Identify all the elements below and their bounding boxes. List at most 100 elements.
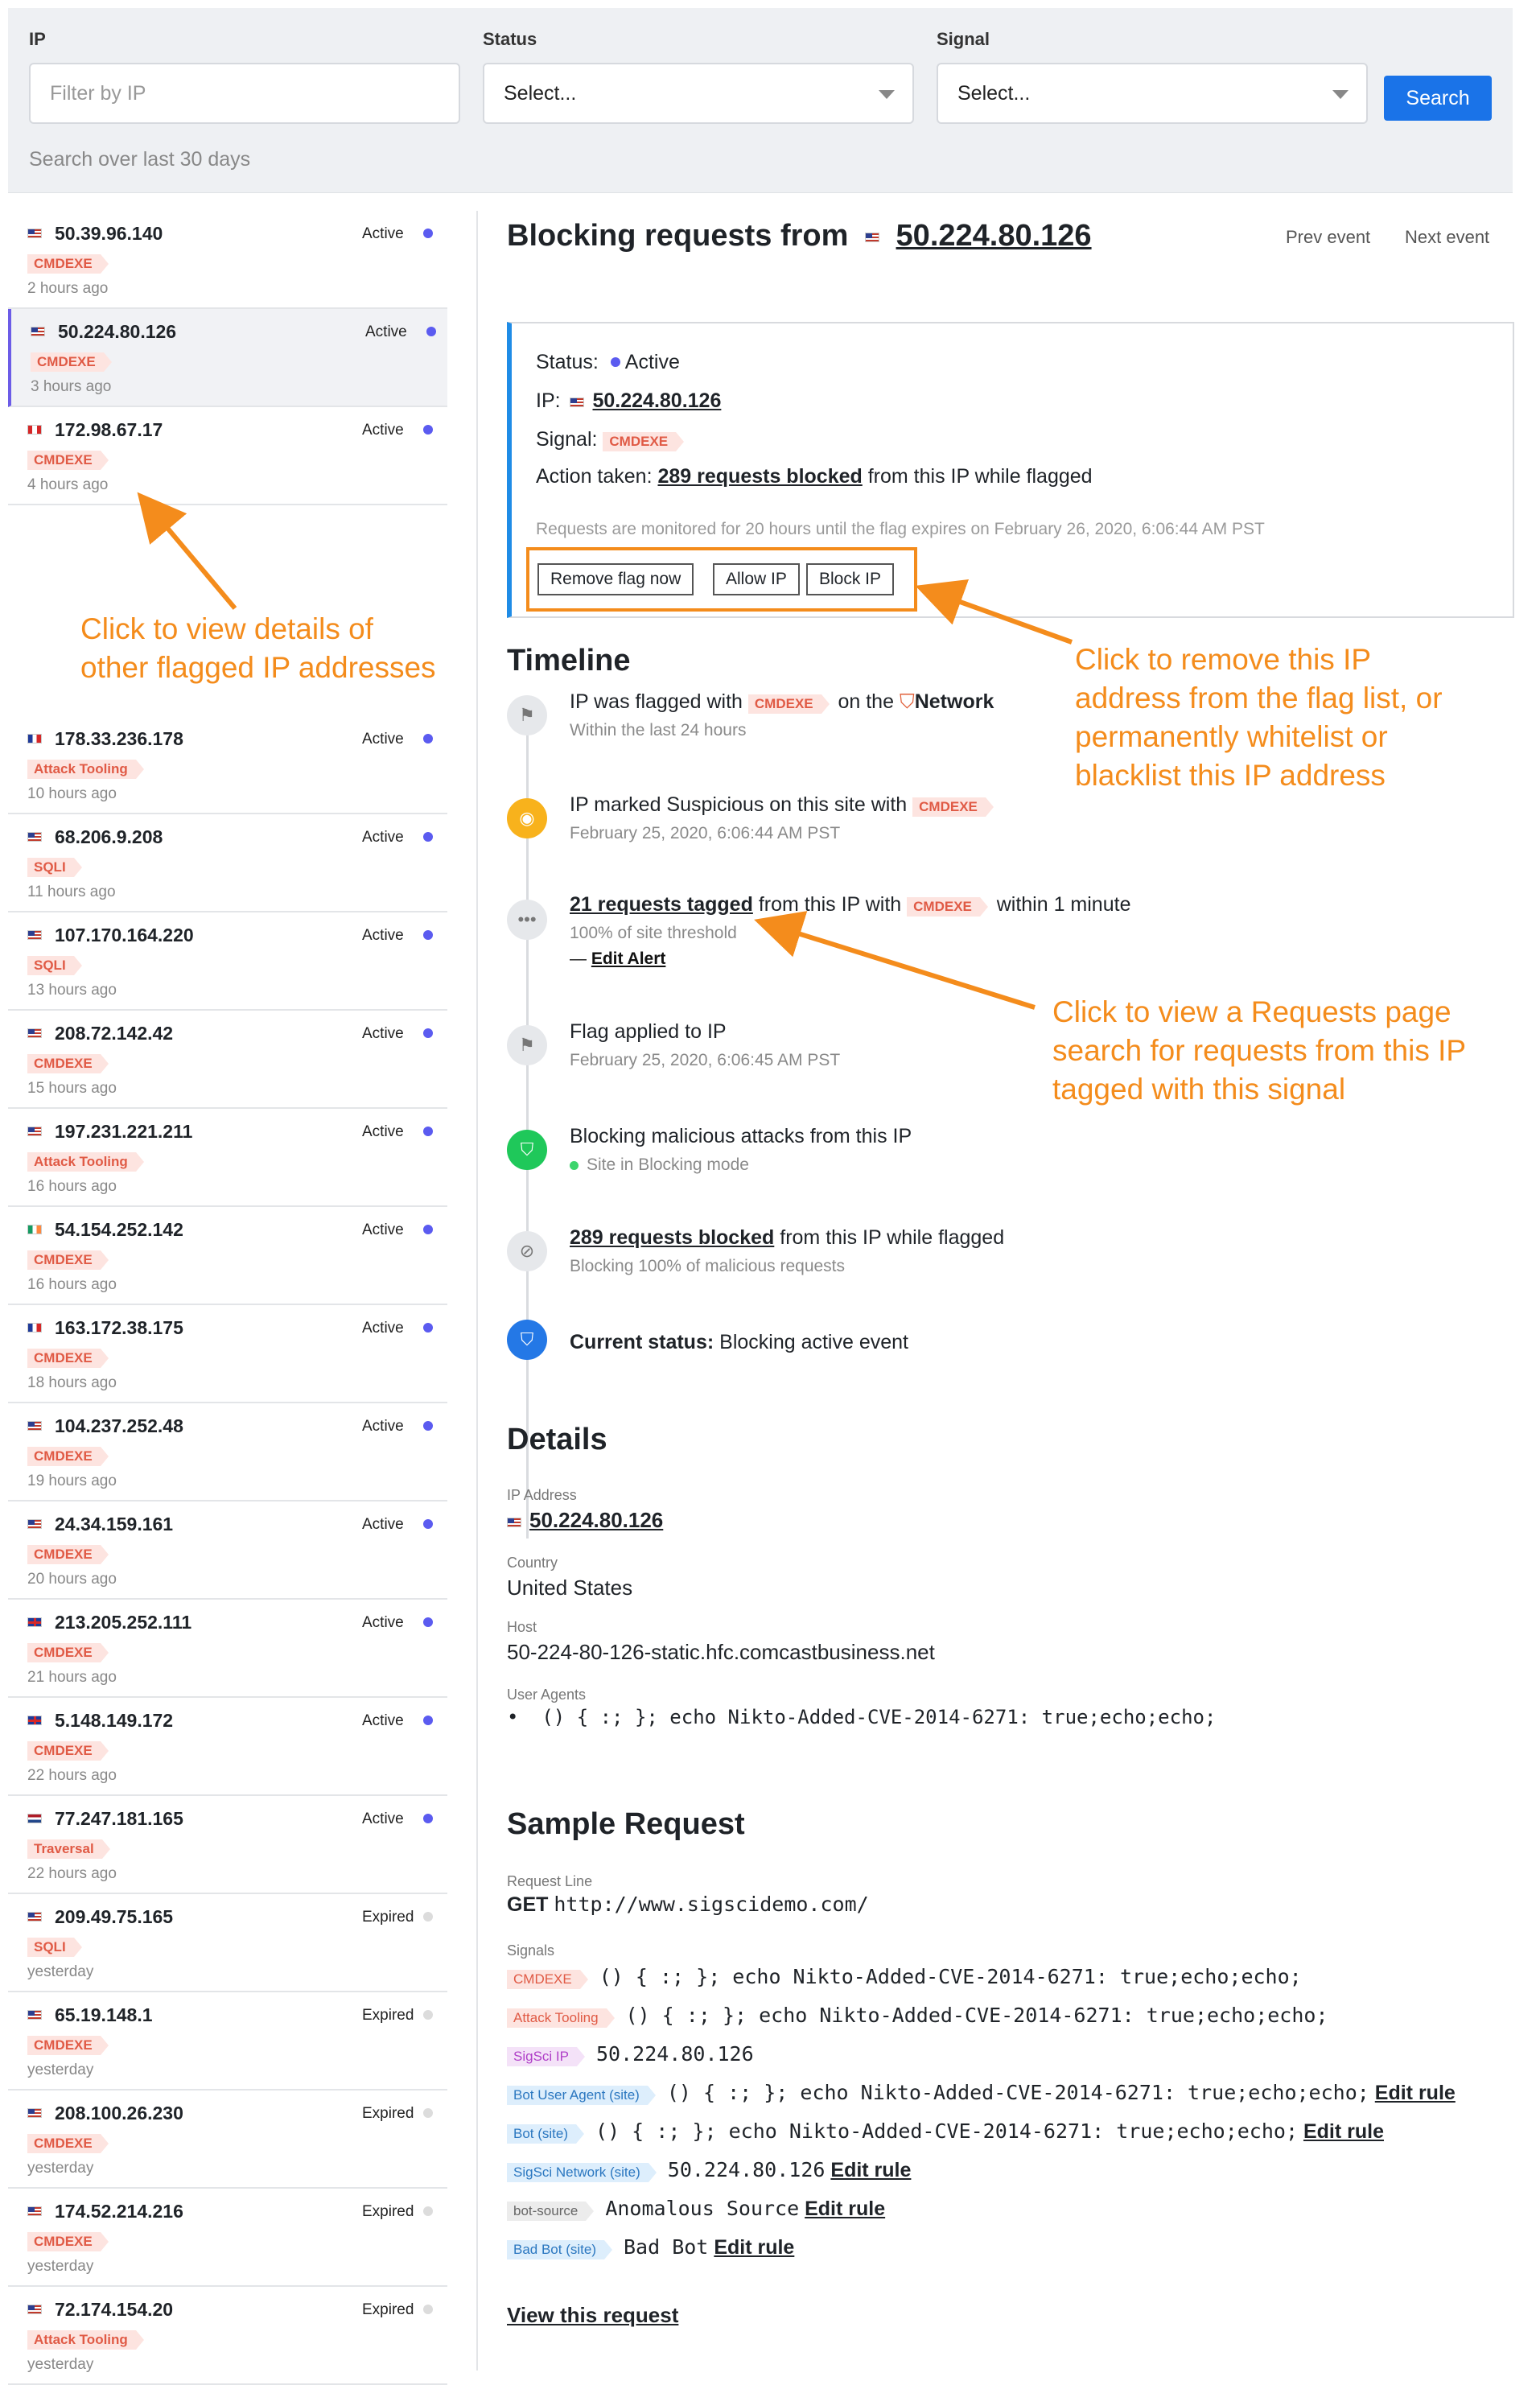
list-item[interactable]: 163.172.38.175 Active CMDEXE 18 hours ago (8, 1305, 447, 1403)
list-item-status: Active (362, 927, 404, 944)
list-item-status: Expired (362, 1909, 414, 1926)
event-subtext: Within the last 24 hours (570, 721, 747, 739)
right-annotation-line: permanently whitelist or (1075, 720, 1388, 753)
list-item[interactable]: 50.39.96.140 Active CMDEXE 2 hours ago (8, 211, 447, 309)
edit-rule-link[interactable]: Edit rule (1303, 2120, 1384, 2143)
status-select[interactable]: Select... (483, 63, 914, 124)
signal-tag: CMDEXE (31, 352, 112, 372)
list-item-status: Active (362, 1320, 404, 1337)
signal-value: Anomalous Source (605, 2197, 800, 2220)
event-subtext: February 25, 2020, 6:06:44 AM PST (570, 824, 841, 842)
country-flag-icon (27, 1912, 42, 1922)
list-item-ip: 174.52.214.216 (55, 2201, 183, 2222)
mid-annotation-line: Click to view a Requests page (1052, 995, 1451, 1028)
list-item[interactable]: 178.33.236.178 Active Attack Tooling 10 hou… (8, 716, 447, 814)
list-item-status: Active (362, 1810, 404, 1827)
list-item[interactable]: 24.34.159.161 Active CMDEXE 20 hours ago (8, 1501, 447, 1600)
search-button[interactable]: Search (1384, 76, 1492, 121)
list-item[interactable]: 209.49.75.165 Expired SQLI yesterday (8, 1894, 447, 1992)
event-text: within 1 minute (996, 893, 1131, 916)
list-item-status: Active (362, 829, 404, 846)
list-item[interactable]: 213.205.252.111 Active CMDEXE 21 hours ago (8, 1600, 447, 1698)
prev-event-link[interactable]: Prev event (1286, 227, 1370, 248)
edit-rule-link[interactable]: Edit rule (714, 2236, 794, 2259)
list-item-time: 2 hours ago (27, 280, 109, 297)
signal-tag: Bad Bot (site) (507, 2240, 612, 2259)
status-dot-icon (423, 1912, 433, 1922)
signal-value: () { :; }; echo Nikto-Added-CVE-2014-627… (666, 2081, 1369, 2104)
signal-tag: CMDEXE (747, 694, 830, 714)
column-divider (476, 211, 478, 2371)
edit-rule-link[interactable]: Edit rule (830, 2159, 911, 2181)
list-item-ip: 163.172.38.175 (55, 1317, 183, 1338)
status-value: Active (624, 351, 680, 373)
list-item-status: Active (365, 323, 407, 340)
mid-arrow (754, 911, 1036, 1010)
list-item-ip: 208.100.26.230 (55, 2103, 183, 2123)
list-item-time: 22 hours ago (27, 1865, 117, 1882)
status-dot-icon (423, 1127, 433, 1136)
signal-label: Signal: (536, 428, 598, 451)
country-flag-icon (27, 1814, 42, 1823)
edit-rule-link[interactable]: Edit rule (1375, 2082, 1456, 2104)
list-item[interactable]: 174.52.214.216 Expired CMDEXE yesterday (8, 2189, 447, 2287)
requests-blocked-link[interactable]: 289 requests blocked (570, 1226, 774, 1249)
list-item[interactable]: 172.98.67.17 Active CMDEXE 4 hours ago (8, 407, 447, 505)
country-flag-icon (27, 2206, 42, 2216)
list-item-time: 16 hours ago (27, 1178, 117, 1195)
signal-tag: CMDEXE (27, 1643, 109, 1662)
title-ip-link[interactable]: 50.224.80.126 (896, 219, 1092, 253)
left-annotation: Click to view details of other flagged I… (80, 610, 436, 687)
flag-summary-box: Status: Active IP: 50.224.80.126 Signal:… (507, 322, 1514, 618)
signal-row: CMDEXE () { :; }; echo Nikto-Added-CVE-20… (507, 1965, 1302, 1989)
us-flag-icon (864, 233, 879, 242)
requests-tagged-link[interactable]: 21 requests tagged (570, 893, 753, 916)
event-text: IP marked Suspicious on this site with (570, 793, 908, 816)
list-item[interactable]: 5.148.149.172 Active CMDEXE 22 hours ago (8, 1698, 447, 1796)
edit-alert-link[interactable]: Edit Alert (591, 949, 666, 968)
event-subtext: Blocking 100% of malicious requests (570, 1257, 846, 1275)
list-item-time: 22 hours ago (27, 1767, 117, 1784)
block-ip-button[interactable]: Block IP (806, 563, 895, 595)
list-item[interactable]: 208.72.142.42 Active CMDEXE 15 hours ago (8, 1011, 447, 1109)
requests-blocked-link[interactable]: 289 requests blocked (657, 465, 862, 488)
allow-ip-button[interactable]: Allow IP (713, 563, 800, 595)
event-text: from this IP while flagged (780, 1226, 1005, 1249)
signal-tag: CMDEXE (603, 432, 684, 451)
green-dot-icon (570, 1161, 579, 1170)
signal-select[interactable]: Select... (937, 63, 1368, 124)
list-item-status: Active (362, 731, 404, 748)
list-item[interactable]: 104.237.252.48 Active CMDEXE 19 hours ago (8, 1403, 447, 1501)
edit-rule-link[interactable]: Edit rule (805, 2198, 885, 2220)
request-line-label: Request Line (507, 1873, 593, 1889)
list-item[interactable]: 65.19.148.1 Expired CMDEXE yesterday (8, 1992, 447, 2090)
list-item[interactable]: 197.231.221.211 Active Attack Tooling 16 ho… (8, 1109, 447, 1207)
signals-label: Signals (507, 1942, 555, 1959)
ip-filter-input[interactable]: Filter by IP (29, 63, 460, 124)
list-item-time: yesterday (27, 2062, 94, 2078)
list-item[interactable]: 208.100.26.230 Expired CMDEXE yesterday (8, 2090, 447, 2189)
ip-link[interactable]: 50.224.80.126 (592, 389, 721, 412)
network-label: Network (914, 690, 994, 713)
status-dot-icon (423, 1617, 433, 1627)
list-item[interactable]: 77.247.181.165 Active Traversal 22 hours ag… (8, 1796, 447, 1894)
list-item-status: Expired (362, 2203, 414, 2220)
status-dot-icon (423, 1716, 433, 1725)
view-request-row: View this request (507, 2303, 678, 2328)
ip-address-link[interactable]: 50.224.80.126 (529, 1508, 663, 1532)
list-item[interactable]: 107.170.164.220 Active SQLI 13 hours ago (8, 912, 447, 1011)
status-dot-icon (423, 2206, 433, 2216)
view-request-link[interactable]: View this request (507, 2303, 678, 2327)
list-item[interactable]: 54.154.252.142 Active CMDEXE 16 hours ago (8, 1207, 447, 1305)
mid-annotation-line: tagged with this signal (1052, 1073, 1346, 1106)
signal-tag: Attack Tooling (507, 2008, 615, 2028)
remove-flag-button[interactable]: Remove flag now (537, 563, 694, 595)
list-item[interactable]: 68.206.9.208 Active SQLI 11 hours ago (8, 814, 447, 912)
user-agents-label: User Agents (507, 1687, 587, 1703)
country-value: United States (507, 1576, 633, 1600)
list-item-status: Active (362, 225, 404, 242)
next-event-link[interactable]: Next event (1405, 227, 1489, 248)
right-annotation-line: address from the flag list, or (1075, 682, 1443, 715)
left-annotation-line: other flagged IP addresses (80, 651, 436, 684)
list-item[interactable]: 50.224.80.126 Active CMDEXE 3 hours ago (8, 309, 447, 407)
